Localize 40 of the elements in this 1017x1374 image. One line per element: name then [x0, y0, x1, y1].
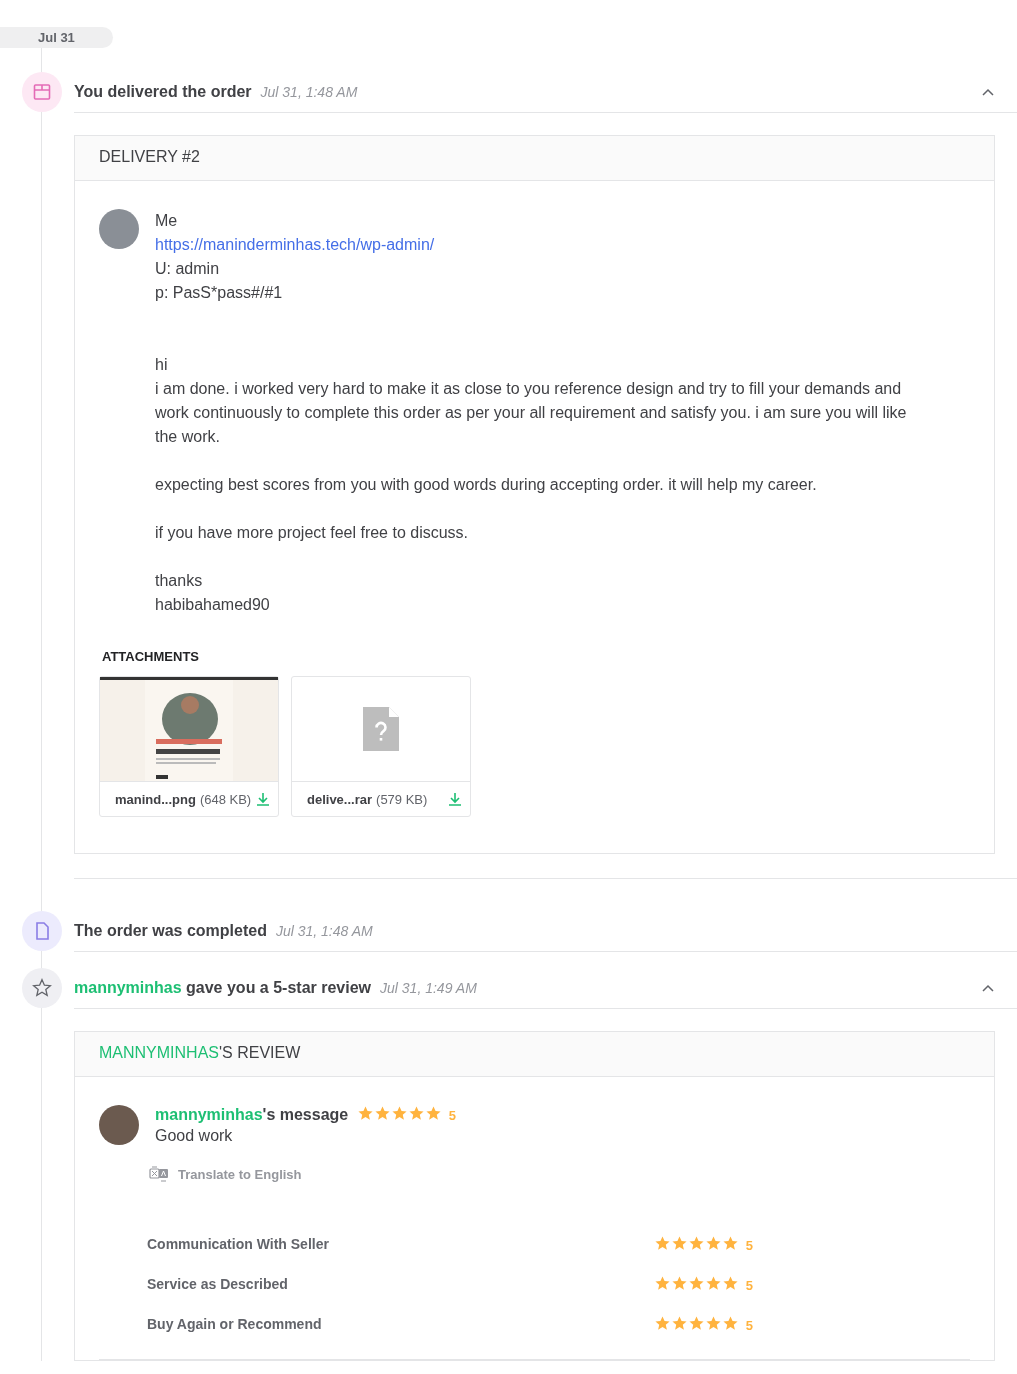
message-author: mannyminhas's message	[155, 1106, 349, 1123]
link[interactable]: https://maninderminhas.tech/wp-admin/	[155, 236, 435, 253]
message-paragraph: hi i am done. i worked very hard to make it as close to you reference design and try to fill your demands and work continuously to complete this order as per your all requirement and satisfy you. i am sure you will like the work.	[155, 355, 908, 447]
file-name: manind...png	[115, 791, 196, 807]
avatar	[99, 209, 139, 249]
file-icon	[363, 707, 399, 751]
star-outline-icon	[22, 968, 62, 1008]
attachments-title: ATTACHMENTS	[102, 649, 200, 664]
rating-value: 5	[745, 1277, 753, 1293]
sender-name: Me	[155, 211, 179, 231]
rating-value: 5	[745, 1237, 753, 1253]
message-line: U: admin	[155, 259, 221, 279]
box-icon	[22, 72, 62, 112]
message-line: p: PasS*pass#/#1	[155, 283, 284, 303]
event-title: You delivered the order	[74, 83, 252, 101]
file-size: (579 KB)	[376, 791, 428, 807]
review-message: Good work	[155, 1126, 234, 1146]
avatar	[99, 1105, 139, 1145]
document-icon	[22, 911, 62, 951]
file-size: (648 KB)	[199, 791, 252, 807]
rating-label: Service as Described	[147, 1276, 288, 1292]
event-time: Jul 31, 1:48 AM	[260, 84, 358, 100]
message-paragraph: expecting best scores from you with good words during accepting order. it will help my career.	[155, 475, 818, 495]
rating-value: 5	[448, 1108, 456, 1123]
event-title: The order was completed	[74, 922, 267, 940]
rating-value: 5	[745, 1317, 753, 1333]
rating-label: Buy Again or Recommend	[147, 1316, 322, 1332]
date-label: Jul 31	[0, 27, 113, 48]
event-title: mannyminhas gave you a 5-star review	[74, 979, 372, 997]
card-title: MANNYMINHAS'S REVIEW	[75, 1032, 994, 1077]
message-paragraph: if you have more project feel free to discuss.	[155, 523, 470, 543]
translate-icon	[148, 1164, 170, 1184]
card-title: DELIVERY #2	[75, 136, 994, 181]
rating-label: Communication With Seller	[147, 1236, 329, 1252]
event-time: Jul 31, 1:48 AM	[275, 923, 373, 939]
event-time: Jul 31, 1:49 AM	[380, 980, 477, 996]
attachment-card[interactable]: delive...rar (579 KB)	[291, 676, 471, 817]
message-paragraph: thanks habibahamed90	[155, 571, 271, 615]
file-name: delive...rar	[307, 791, 373, 807]
attachment-card[interactable]: manind...png (648 KB)	[99, 676, 279, 817]
